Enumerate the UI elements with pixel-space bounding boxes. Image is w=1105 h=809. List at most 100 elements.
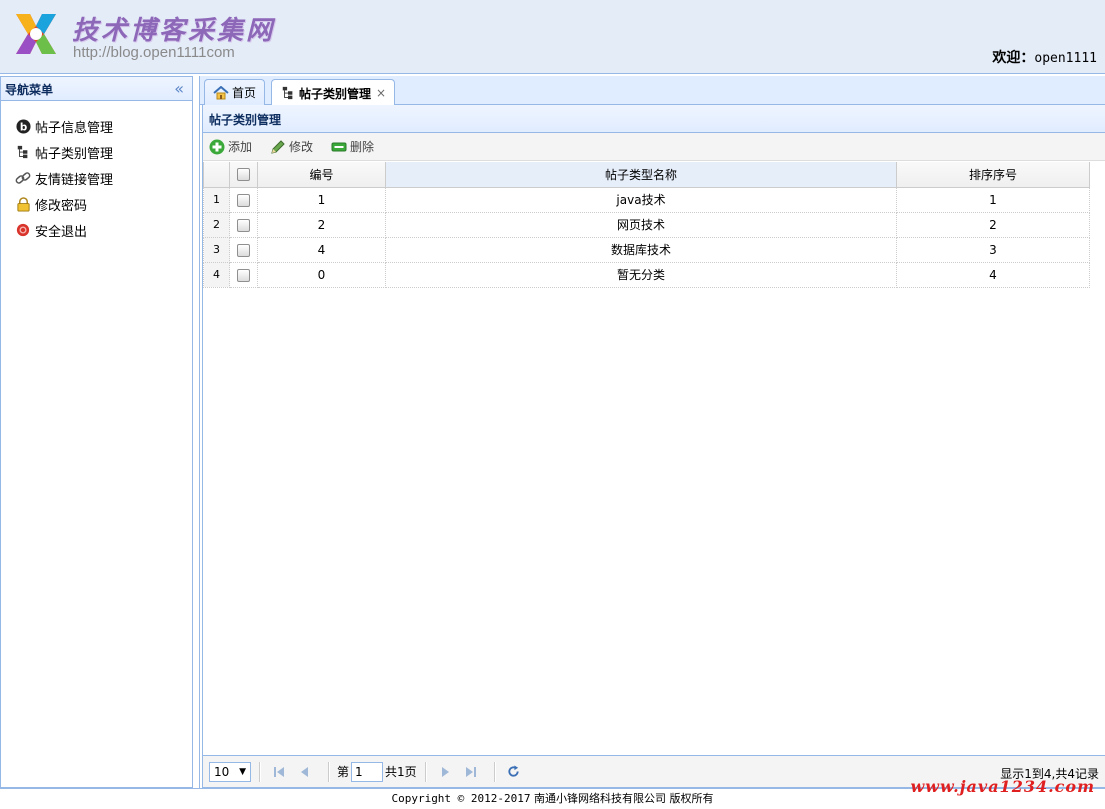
copyright-text: Copyright © 2012-2017 xyxy=(391,792,531,805)
page-number-input[interactable]: 1 xyxy=(351,761,384,782)
table-row[interactable]: 3 4 数据库技术 3 xyxy=(203,236,1090,263)
add-icon xyxy=(209,139,225,155)
tab-label: 帖子类别管理 xyxy=(299,86,372,101)
page: 技术博客采集网 http://blog.open1111com 欢迎：open1… xyxy=(0,0,1105,809)
cell-order: 1 xyxy=(896,186,1090,213)
pencil-icon xyxy=(270,139,286,155)
table-header-row: 编号 帖子类型名称 排序序号 xyxy=(203,162,1090,188)
nav-item-friend-link[interactable]: 友情链接管理 xyxy=(15,165,192,191)
tree-icon xyxy=(15,144,31,160)
cell-name: 暂无分类 xyxy=(385,261,897,288)
cell-order: 4 xyxy=(896,261,1090,288)
nav-item-label: 帖子信息管理 xyxy=(35,120,114,136)
nav-panel: 导航菜单 « b 帖子信息管理 帖子类别管理 友情链接管理 修改密码 安全退出 xyxy=(0,76,193,788)
refresh-button[interactable] xyxy=(503,761,525,783)
table-row[interactable]: 2 2 网页技术 2 xyxy=(203,211,1090,238)
cell-id: 0 xyxy=(257,261,386,288)
lock-icon xyxy=(15,196,31,212)
delete-label: 删除 xyxy=(350,140,375,154)
nav-item-post-category[interactable]: 帖子类别管理 xyxy=(15,139,192,165)
watermark-text: www.java1234.com xyxy=(910,777,1095,796)
pager-separator xyxy=(328,761,329,782)
add-label: 添加 xyxy=(228,140,253,154)
main-region: 首页 帖子类别管理 × 帖子类别管理 添加 修改 删除 编号 帖子类型名称 排序… xyxy=(199,76,1105,788)
panel-title: 帖子类别管理 xyxy=(209,113,282,127)
row-number: 2 xyxy=(203,211,230,238)
nav-item-post-info[interactable]: b 帖子信息管理 xyxy=(15,113,192,139)
page-size-value: 10 xyxy=(214,764,230,779)
username: open1111 xyxy=(1034,51,1097,66)
nav-title: 导航菜单 xyxy=(5,83,54,97)
row-select xyxy=(229,186,258,213)
add-button[interactable]: 添加 xyxy=(209,138,252,155)
prev-page-button[interactable] xyxy=(294,761,316,783)
cell-name: 网页技术 xyxy=(385,211,897,238)
table-row[interactable]: 1 1 java技术 1 xyxy=(203,186,1090,213)
tree-icon xyxy=(280,85,296,101)
table-row[interactable]: 4 0 暂无分类 4 xyxy=(203,261,1090,288)
column-header-id[interactable]: 编号 xyxy=(257,162,386,188)
first-page-button[interactable] xyxy=(268,761,290,783)
edit-button[interactable]: 修改 xyxy=(270,138,313,155)
tab-home[interactable]: 首页 xyxy=(204,79,266,105)
nav-item-label: 帖子类别管理 xyxy=(35,146,114,162)
row-checkbox[interactable] xyxy=(237,243,250,257)
category-table: 编号 帖子类型名称 排序序号 1 1 java技术 1 2 2 网页技术 2 3… xyxy=(203,162,1090,288)
logo-icon xyxy=(16,14,56,54)
row-checkbox[interactable] xyxy=(237,193,250,207)
row-number: 1 xyxy=(203,186,230,213)
page-size-select[interactable]: 10 ▼ xyxy=(209,761,251,782)
edit-label: 修改 xyxy=(289,140,314,154)
nav-item-logout[interactable]: 安全退出 xyxy=(15,217,192,243)
first-page-icon xyxy=(274,766,284,777)
collapse-icon[interactable]: « xyxy=(174,79,184,98)
column-header-name[interactable]: 帖子类型名称 xyxy=(385,162,897,188)
page-prefix: 第 xyxy=(337,765,350,779)
cell-order: 3 xyxy=(896,236,1090,263)
tab-post-category[interactable]: 帖子类别管理 × xyxy=(271,79,396,106)
link-icon xyxy=(15,170,31,186)
pager-separator xyxy=(493,761,495,782)
site-url: http://blog.open1111com xyxy=(73,44,235,61)
next-page-icon xyxy=(441,766,449,777)
category-panel: 帖子类别管理 添加 修改 删除 编号 帖子类型名称 排序序号 1 1 java技… xyxy=(202,105,1105,788)
nav-menu: b 帖子信息管理 帖子类别管理 友情链接管理 修改密码 安全退出 xyxy=(1,101,192,243)
home-icon xyxy=(213,85,229,101)
category-grid: 编号 帖子类型名称 排序序号 1 1 java技术 1 2 2 网页技术 2 3… xyxy=(203,162,1105,288)
row-checkbox[interactable] xyxy=(237,268,250,282)
blog-icon: b xyxy=(15,118,31,134)
row-number: 4 xyxy=(203,261,230,288)
last-page-button[interactable] xyxy=(460,761,482,783)
tabs-bar: 首页 帖子类别管理 × xyxy=(200,76,1105,106)
row-select xyxy=(229,211,258,238)
cell-id: 4 xyxy=(257,236,386,263)
nav-header: 导航菜单 « xyxy=(1,76,192,101)
panel-header: 帖子类别管理 xyxy=(203,105,1105,133)
nav-item-label: 友情链接管理 xyxy=(35,172,114,188)
cell-id: 1 xyxy=(257,186,386,213)
cell-order: 2 xyxy=(896,211,1090,238)
row-select xyxy=(229,261,258,288)
exit-icon xyxy=(15,222,31,238)
pager-separator xyxy=(259,761,260,782)
svg-text:b: b xyxy=(19,121,26,133)
prev-page-icon xyxy=(301,766,308,777)
select-all-header xyxy=(229,162,258,188)
company-text: 南通小锋网络科技有限公司 版权所有 xyxy=(534,792,714,805)
row-number: 3 xyxy=(203,236,230,263)
cell-name: 数据库技术 xyxy=(385,236,897,263)
last-page-icon xyxy=(465,766,476,777)
row-select xyxy=(229,236,258,263)
row-checkbox[interactable] xyxy=(237,218,250,232)
delete-button[interactable]: 删除 xyxy=(331,138,374,155)
nav-item-change-password[interactable]: 修改密码 xyxy=(15,191,192,217)
rownum-header xyxy=(203,162,230,188)
tab-label: 首页 xyxy=(232,86,257,100)
select-all-checkbox[interactable] xyxy=(237,168,250,182)
refresh-icon xyxy=(508,765,519,777)
column-header-order[interactable]: 排序序号 xyxy=(896,162,1090,188)
cell-id: 2 xyxy=(257,211,386,238)
close-icon[interactable]: × xyxy=(376,86,386,100)
header: 技术博客采集网 http://blog.open1111com 欢迎：open1… xyxy=(0,0,1105,74)
next-page-button[interactable] xyxy=(434,761,456,783)
